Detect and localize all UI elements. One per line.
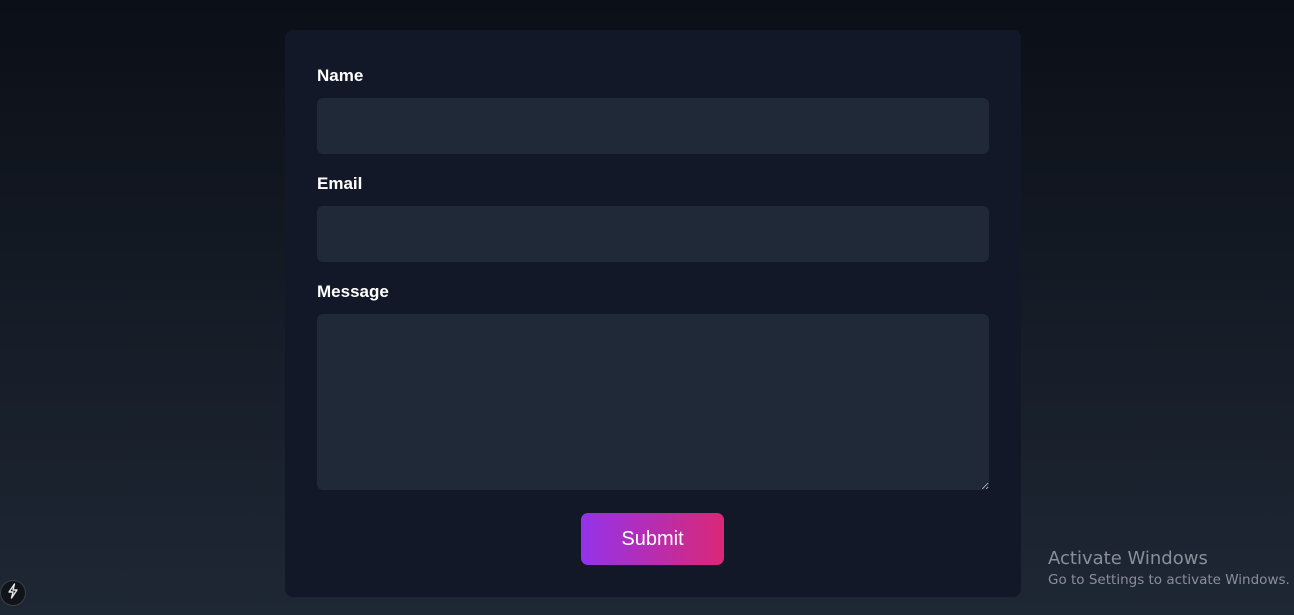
email-input[interactable] bbox=[317, 206, 989, 262]
message-textarea[interactable] bbox=[317, 314, 989, 490]
message-label: Message bbox=[317, 282, 389, 301]
name-label: Name bbox=[317, 66, 364, 85]
email-label: Email bbox=[317, 174, 363, 193]
watermark-subtitle: Go to Settings to activate Windows. bbox=[1048, 572, 1290, 588]
lightning-icon bbox=[6, 582, 20, 604]
contact-form: Name Email Message Submit bbox=[285, 30, 1021, 597]
name-input[interactable] bbox=[317, 98, 989, 154]
submit-button[interactable]: Submit bbox=[581, 513, 724, 565]
watermark-title: Activate Windows bbox=[1048, 548, 1208, 569]
activation-watermark: Activate Windows Go to Settings to activ… bbox=[1048, 548, 1290, 590]
dev-tools-badge[interactable] bbox=[0, 580, 26, 606]
